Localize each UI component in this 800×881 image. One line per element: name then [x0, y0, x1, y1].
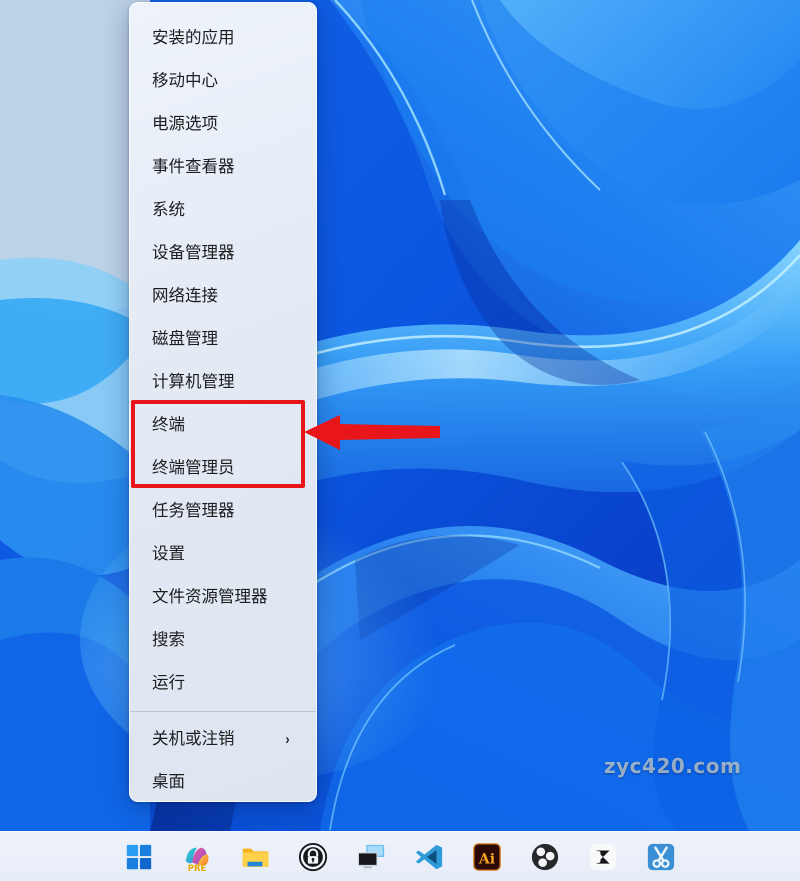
menu-item-file-explorer[interactable]: 文件资源管理器 — [130, 576, 316, 619]
taskbar-remote-desktop-button[interactable] — [351, 837, 391, 877]
taskbar-snipping-tool-button[interactable] — [641, 837, 681, 877]
menu-item-device-manager[interactable]: 设备管理器 — [130, 232, 316, 275]
menu-item-task-manager[interactable]: 任务管理器 — [130, 490, 316, 533]
taskbar-vscode-button[interactable] — [409, 837, 449, 877]
menu-item-shutdown-or-signout[interactable]: 关机或注销 › — [130, 718, 316, 761]
taskbar-file-explorer-button[interactable] — [235, 837, 275, 877]
menu-item-event-viewer[interactable]: 事件查看器 — [130, 146, 316, 189]
taskbar-obs-button[interactable] — [525, 837, 565, 877]
lock-icon — [298, 842, 328, 871]
menu-item-label: 移动中心 — [152, 72, 218, 90]
menu-item-system[interactable]: 系统 — [130, 189, 316, 232]
menu-item-label: 运行 — [152, 674, 185, 692]
wallpaper-image — [0, 0, 800, 832]
menu-item-terminal[interactable]: 终端 — [130, 404, 316, 447]
taskbar-capcut-button[interactable] — [583, 837, 623, 877]
obs-icon — [531, 843, 559, 870]
menu-item-label: 系统 — [152, 201, 185, 219]
win-x-context-menu[interactable]: 安装的应用 移动中心 电源选项 事件查看器 系统 设备管理器 网络连接 磁盘管理 — [129, 2, 317, 802]
taskbar[interactable]: PRE Ai — [0, 831, 800, 881]
taskbar-start-button[interactable] — [119, 837, 159, 877]
menu-item-disk-management[interactable]: 磁盘管理 — [130, 318, 316, 361]
menu-item-show-desktop[interactable]: 桌面 — [130, 761, 316, 801]
menu-item-label: 计算机管理 — [152, 373, 235, 391]
menu-item-label: 搜索 — [152, 631, 185, 649]
menu-item-label: 安装的应用 — [152, 29, 235, 47]
remote-desktop-icon — [357, 844, 385, 868]
menu-item-computer-management[interactable]: 计算机管理 — [130, 361, 316, 404]
illustrator-icon: Ai — [473, 842, 501, 871]
menu-item-label: 关机或注销 — [152, 730, 235, 748]
taskbar-copilot-button[interactable]: PRE — [177, 837, 217, 877]
menu-item-label: 任务管理器 — [152, 502, 235, 520]
taskbar-keepass-button[interactable] — [293, 837, 333, 877]
vscode-icon — [415, 844, 443, 869]
svg-text:PRE: PRE — [188, 863, 207, 872]
menu-item-label: 网络连接 — [152, 287, 218, 305]
menu-item-network-connections[interactable]: 网络连接 — [130, 275, 316, 318]
menu-item-run[interactable]: 运行 — [130, 662, 316, 705]
office-pre-icon: PRE — [185, 847, 209, 872]
menu-item-label: 设备管理器 — [152, 244, 235, 262]
menu-item-label: 终端 — [152, 416, 185, 434]
context-menu-list: 安装的应用 移动中心 电源选项 事件查看器 系统 设备管理器 网络连接 磁盘管理 — [130, 3, 316, 801]
taskbar-illustrator-button[interactable]: Ai — [467, 837, 507, 877]
menu-item-label: 终端管理员 — [152, 459, 235, 477]
scissors-icon — [647, 843, 675, 870]
menu-separator — [130, 711, 316, 712]
capcut-icon — [589, 843, 617, 870]
menu-item-label: 电源选项 — [152, 115, 218, 133]
menu-item-label: 文件资源管理器 — [152, 588, 268, 606]
menu-item-installed-apps[interactable]: 安装的应用 — [130, 17, 316, 60]
menu-item-label: 磁盘管理 — [152, 330, 218, 348]
menu-item-label: 事件查看器 — [152, 158, 235, 176]
menu-item-power-options[interactable]: 电源选项 — [130, 103, 316, 146]
desktop[interactable]: zyc420.com 安装的应用 移动中心 电源选项 事件查看器 系统 设备管理… — [0, 0, 800, 832]
chevron-right-icon: › — [285, 731, 290, 748]
menu-item-label: 桌面 — [152, 773, 185, 791]
windows-logo-icon — [126, 844, 152, 869]
svg-text:Ai: Ai — [478, 851, 495, 867]
folder-icon — [242, 848, 269, 867]
menu-item-search[interactable]: 搜索 — [130, 619, 316, 662]
menu-item-settings[interactable]: 设置 — [130, 533, 316, 576]
menu-item-terminal-admin[interactable]: 终端管理员 — [130, 447, 316, 490]
menu-item-label: 设置 — [152, 545, 185, 563]
menu-item-mobility-center[interactable]: 移动中心 — [130, 60, 316, 103]
